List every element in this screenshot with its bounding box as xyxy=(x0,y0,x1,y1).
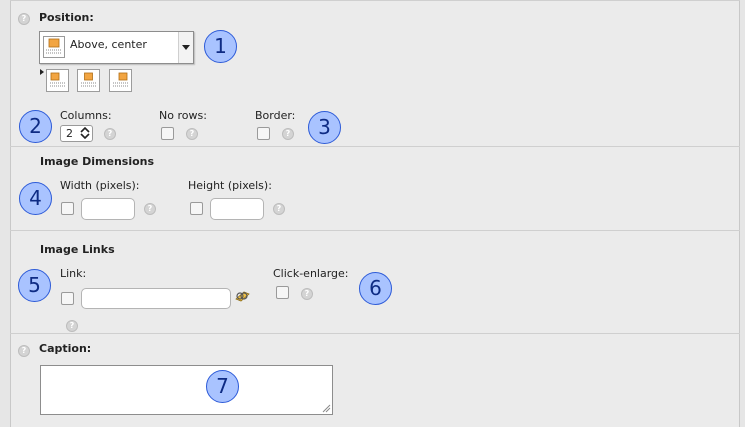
link-label: Link: xyxy=(60,267,87,280)
badge-4: 4 xyxy=(19,182,52,215)
divider xyxy=(10,230,740,231)
resize-handle-icon[interactable] xyxy=(322,404,331,413)
above-right-option-icon[interactable] xyxy=(109,69,132,92)
above-center-option-icon[interactable] xyxy=(77,69,100,92)
width-label: Width (pixels): xyxy=(60,179,140,192)
caption-textarea[interactable] xyxy=(40,365,333,415)
divider xyxy=(10,0,740,1)
above-left-option-icon[interactable] xyxy=(46,69,69,92)
columns-value: 2 xyxy=(66,127,73,140)
help-icon[interactable]: ? xyxy=(104,128,116,140)
help-icon[interactable]: ? xyxy=(66,320,78,332)
help-icon[interactable]: ? xyxy=(301,288,313,300)
height-input[interactable] xyxy=(210,198,264,220)
badge-3: 3 xyxy=(308,111,341,144)
border-label: Border: xyxy=(255,109,296,122)
left-margin xyxy=(0,0,11,427)
help-icon[interactable]: ? xyxy=(186,128,198,140)
no-rows-checkbox[interactable] xyxy=(161,127,174,140)
help-icon[interactable]: ? xyxy=(18,345,30,357)
border-checkbox[interactable] xyxy=(257,127,270,140)
help-icon[interactable]: ? xyxy=(18,13,30,25)
divider xyxy=(10,146,740,147)
right-margin xyxy=(739,0,745,427)
height-label: Height (pixels): xyxy=(188,179,272,192)
badge-2: 2 xyxy=(19,110,52,143)
badge-6: 6 xyxy=(359,272,392,305)
image-links-heading: Image Links xyxy=(40,243,115,256)
link-checkbox[interactable] xyxy=(61,292,74,305)
width-checkbox[interactable] xyxy=(61,202,74,215)
height-checkbox[interactable] xyxy=(190,202,203,215)
help-icon[interactable]: ? xyxy=(273,203,285,215)
caption-heading: Caption: xyxy=(39,342,92,355)
image-dimensions-heading: Image Dimensions xyxy=(40,155,155,168)
width-input[interactable] xyxy=(81,198,135,220)
divider xyxy=(10,333,740,334)
above-center-thumbnail-icon xyxy=(43,36,65,58)
badge-5: 5 xyxy=(18,269,51,302)
no-rows-label: No rows: xyxy=(159,109,207,122)
pointer-icon xyxy=(40,69,44,75)
link-input[interactable] xyxy=(81,288,231,309)
link-browser-icon[interactable] xyxy=(235,291,251,303)
position-select-value: Above, center xyxy=(70,38,147,51)
stepper-arrows-icon[interactable] xyxy=(80,127,90,139)
position-heading: Position: xyxy=(39,11,94,24)
help-icon[interactable]: ? xyxy=(282,128,294,140)
chevron-down-icon[interactable] xyxy=(178,32,193,63)
badge-1: 1 xyxy=(204,30,237,63)
columns-label: Columns: xyxy=(60,109,112,122)
badge-7: 7 xyxy=(206,370,239,403)
position-select[interactable]: Above, center xyxy=(39,31,194,64)
click-enlarge-checkbox[interactable] xyxy=(276,286,289,299)
columns-stepper[interactable]: 2 xyxy=(60,125,93,142)
click-enlarge-label: Click-enlarge: xyxy=(273,267,349,280)
help-icon[interactable]: ? xyxy=(144,203,156,215)
